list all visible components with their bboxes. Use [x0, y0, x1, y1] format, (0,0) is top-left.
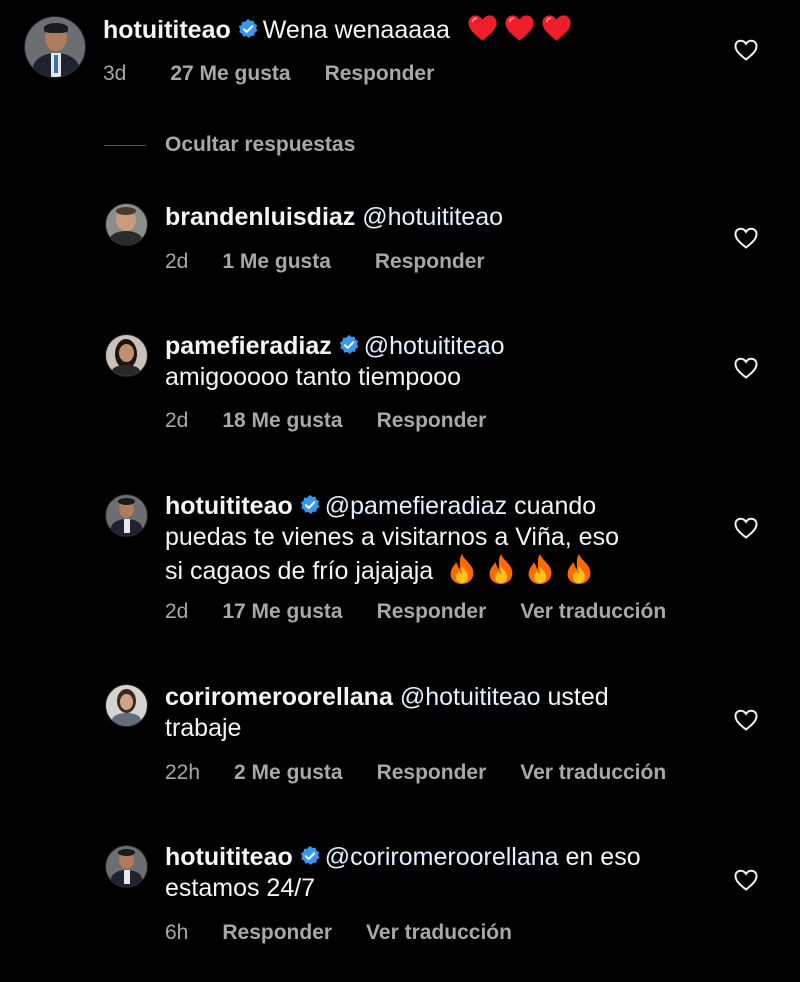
- fire-emoji-icon: [564, 553, 594, 585]
- username[interactable]: pamefieradiaz: [165, 332, 332, 360]
- comment-body-line: estamos 24/7: [165, 874, 316, 902]
- likes-count[interactable]: 1 Me gusta: [222, 250, 331, 274]
- translate-button[interactable]: Ver traducción: [366, 921, 512, 945]
- like-heart-icon[interactable]: [734, 869, 758, 891]
- comment-body: amigooooo tanto tiempooo: [165, 363, 462, 391]
- username[interactable]: hotuititeao: [103, 16, 231, 44]
- comment-text: hotuititeao @pamefieradiaz cuando puedas …: [165, 491, 619, 587]
- comment-time: 6h: [165, 921, 189, 944]
- reply-button[interactable]: Responder: [377, 409, 487, 433]
- comment-body-line: puedas te vienes a visitarnos a Viña, es…: [165, 523, 619, 551]
- red-heart-emoji-icon: [541, 14, 572, 42]
- reply-comment: hotuititeao @coriromeroorellana en eso es…: [0, 832, 800, 962]
- reply-comment: hotuititeao @pamefieradiaz cuando puedas …: [0, 480, 800, 640]
- username[interactable]: brandenluisdiaz: [165, 203, 355, 231]
- fire-emoji-icon: [486, 553, 516, 585]
- comment-text: pamefieradiaz @hotuititeao amigooooo tant…: [165, 331, 505, 393]
- verified-badge-icon: [237, 18, 259, 40]
- username[interactable]: coriromeroorellana: [165, 683, 393, 711]
- reply-button[interactable]: Responder: [325, 62, 435, 86]
- comment-meta: 6h Responder Ver traducción: [165, 921, 546, 945]
- comment-meta: 2d 18 Me gusta Responder: [165, 409, 520, 433]
- likes-count[interactable]: 2 Me gusta: [234, 761, 343, 785]
- comment-text: hotuititeao Wena wenaaaaa: [103, 14, 572, 46]
- like-heart-icon[interactable]: [734, 227, 758, 249]
- red-heart-emoji-icon: [504, 14, 535, 42]
- translate-button[interactable]: Ver traducción: [520, 761, 666, 785]
- likes-count[interactable]: 27 Me gusta: [170, 62, 290, 86]
- reply-button[interactable]: Responder: [377, 761, 487, 785]
- fire-emoji-icon: [525, 553, 555, 585]
- like-heart-icon[interactable]: [734, 39, 758, 61]
- comment-meta: 2d 1 Me gusta Responder: [165, 250, 519, 274]
- comment-time: 2d: [165, 600, 189, 623]
- reply-button[interactable]: Responder: [222, 921, 332, 945]
- avatar[interactable]: [105, 684, 148, 727]
- comment-text: brandenluisdiaz @hotuititeao: [165, 202, 503, 233]
- fire-emoji-icon: [447, 553, 477, 585]
- reply-button[interactable]: Responder: [377, 600, 487, 624]
- username[interactable]: hotuititeao: [165, 843, 293, 871]
- top-comment: hotuititeao Wena wenaaaaa 3d 27 Me gusta …: [0, 0, 800, 100]
- reply-comment: coriromeroorellana @hotuititeao usted tr…: [0, 672, 800, 802]
- avatar[interactable]: [105, 334, 148, 377]
- comment-time: 2d: [165, 409, 189, 432]
- comment-body-line: si cagaos de frío jajajaja: [165, 557, 434, 585]
- avatar[interactable]: [105, 845, 148, 888]
- avatar[interactable]: [24, 16, 86, 78]
- likes-count[interactable]: 17 Me gusta: [222, 600, 342, 624]
- like-heart-icon[interactable]: [734, 517, 758, 539]
- comment-time: 22h: [165, 761, 201, 784]
- mention-link[interactable]: @hotuititeao: [400, 683, 541, 711]
- translate-button[interactable]: Ver traducción: [520, 600, 666, 624]
- like-heart-icon[interactable]: [734, 357, 758, 379]
- mention-link[interactable]: @hotuititeao: [362, 203, 503, 231]
- comment-meta: 3d 27 Me gusta Responder: [103, 62, 468, 86]
- reply-comment: pamefieradiaz @hotuititeao amigooooo tant…: [0, 320, 800, 440]
- verified-badge-icon: [338, 334, 360, 356]
- avatar[interactable]: [105, 494, 148, 537]
- comment-body-line: usted: [547, 683, 609, 711]
- comment-time: 3d: [103, 62, 127, 85]
- comment-body-line: en eso: [565, 843, 641, 871]
- mention-link[interactable]: @coriromeroorellana: [325, 843, 559, 871]
- likes-count[interactable]: 18 Me gusta: [222, 409, 342, 433]
- comment-body: Wena wenaaaaa: [262, 16, 450, 44]
- comment-text: hotuititeao @coriromeroorellana en eso es…: [165, 842, 641, 904]
- comment-body-line: trabaje: [165, 714, 242, 742]
- comment-body-line: cuando: [514, 492, 597, 520]
- red-heart-emoji-icon: [467, 14, 498, 42]
- hide-replies-button[interactable]: Ocultar respuestas: [104, 133, 355, 157]
- verified-badge-icon: [299, 845, 321, 867]
- comment-meta: 2d 17 Me gusta Responder Ver traducción: [165, 600, 700, 624]
- like-heart-icon[interactable]: [734, 709, 758, 731]
- mention-link[interactable]: @pamefieradiaz: [325, 492, 507, 520]
- hide-replies-label: Ocultar respuestas: [165, 133, 356, 156]
- comment-meta: 22h 2 Me gusta Responder Ver traducción: [165, 761, 700, 785]
- divider-line: [104, 144, 146, 146]
- reply-button[interactable]: Responder: [375, 250, 485, 274]
- username[interactable]: hotuititeao: [165, 492, 293, 520]
- verified-badge-icon: [299, 494, 321, 516]
- mention-link[interactable]: @hotuititeao: [364, 332, 505, 360]
- comment-text: coriromeroorellana @hotuititeao usted tr…: [165, 682, 609, 744]
- reply-comment: brandenluisdiaz @hotuititeao 2d 1 Me gus…: [0, 190, 800, 290]
- comment-time: 2d: [165, 250, 189, 273]
- avatar[interactable]: [105, 203, 148, 246]
